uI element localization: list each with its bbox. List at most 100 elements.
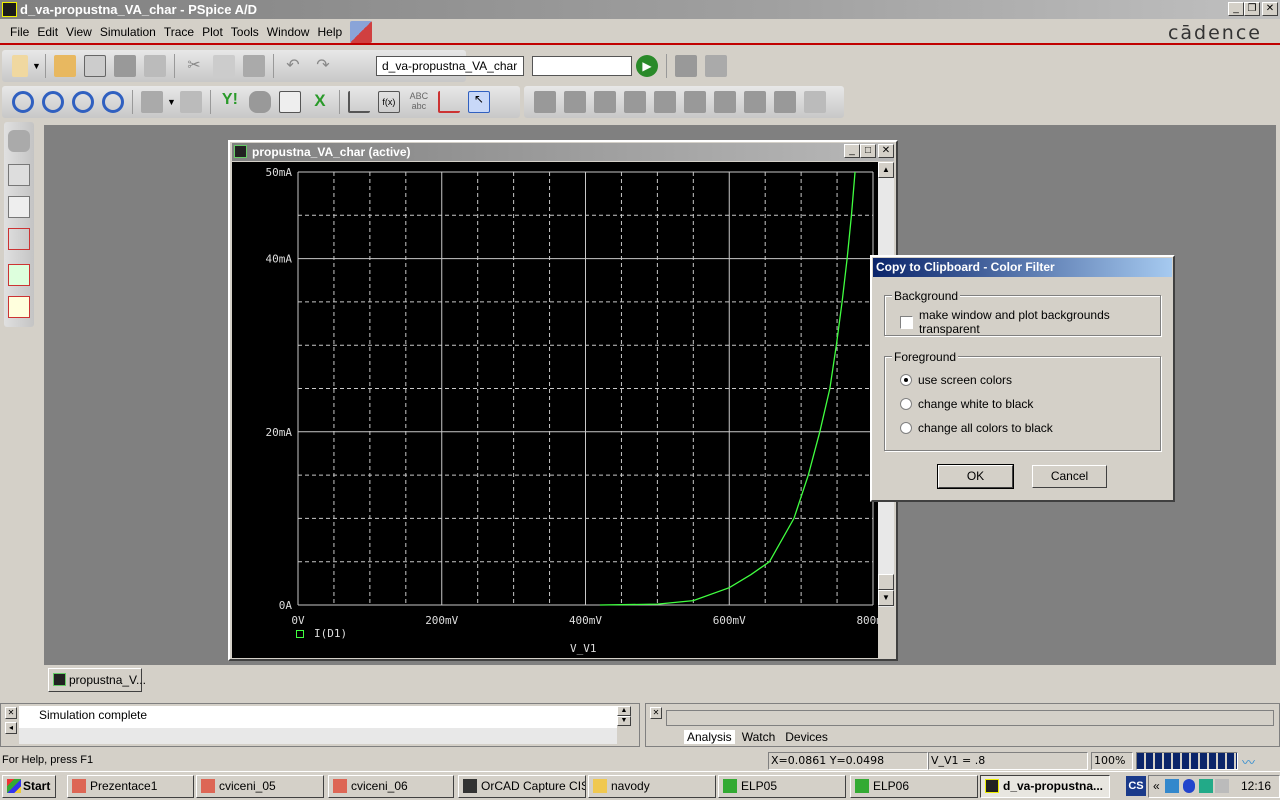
text-label-icon[interactable]: ABC abc (408, 91, 430, 113)
zoom-out-icon[interactable] (42, 91, 64, 113)
previous-transition-icon[interactable] (774, 91, 796, 113)
radio-button[interactable] (900, 422, 912, 434)
menu-help[interactable]: Help (313, 25, 346, 39)
cursor-search-icon[interactable] (714, 91, 736, 113)
zoom-fit-icon[interactable] (102, 91, 124, 113)
close-button[interactable]: ✕ (1262, 2, 1278, 16)
tab-analysis[interactable]: Analysis (684, 730, 735, 744)
show-all-icon[interactable] (8, 130, 30, 152)
undo-icon[interactable]: ↶ (282, 55, 304, 77)
ok-button[interactable]: OK (937, 464, 1014, 489)
simulation-results-icon[interactable] (8, 196, 30, 218)
checkbox-box[interactable] (900, 315, 913, 329)
radio-change-all-to-black[interactable]: change all colors to black (900, 421, 1053, 435)
next-transition-icon[interactable] (744, 91, 766, 113)
scroll-up-button[interactable]: ▲ (878, 162, 894, 178)
redo-icon[interactable]: ↷ (312, 55, 334, 77)
menu-edit[interactable]: Edit (33, 25, 62, 39)
menu-simulation[interactable]: Simulation (96, 25, 160, 39)
new-dropdown-icon[interactable]: ▼ (32, 61, 41, 71)
task-elp06[interactable]: ELP06 (850, 775, 978, 798)
edit-waveform-icon[interactable] (8, 296, 30, 318)
scroll-thumb[interactable] (878, 574, 894, 590)
eval-goal-function-icon[interactable]: f(x) (377, 91, 400, 113)
cursor-trough-icon[interactable] (564, 91, 586, 113)
cursor-slope-icon[interactable] (594, 91, 616, 113)
task-orcad-capture[interactable]: OrCAD Capture CIS (458, 775, 586, 798)
output-collapse-icon[interactable]: ◂ (5, 722, 17, 734)
radio-use-screen-colors[interactable]: use screen colors (900, 373, 1012, 387)
menu-file[interactable]: File (6, 25, 33, 39)
task-elp05[interactable]: ELP05 (718, 775, 846, 798)
cursor-point-icon[interactable] (684, 91, 706, 113)
open-icon[interactable] (53, 55, 76, 77)
radio-button[interactable] (900, 398, 912, 410)
tray-network-icon[interactable] (1199, 779, 1213, 793)
tab-watch[interactable]: Watch (739, 730, 779, 744)
paste-icon[interactable] (242, 55, 265, 77)
mark-label-icon[interactable] (804, 91, 826, 113)
cancel-button[interactable]: Cancel (1032, 465, 1107, 488)
output-close-icon[interactable]: ✕ (5, 707, 17, 719)
mark-data-points-icon[interactable] (437, 91, 460, 113)
axis-dropdown-icon[interactable]: ▼ (167, 97, 176, 107)
output-hscrollbar[interactable] (19, 728, 617, 744)
radio-change-white-to-black[interactable]: change white to black (900, 397, 1033, 411)
cursor-peak-icon[interactable] (534, 91, 556, 113)
zoom-in-icon[interactable] (12, 91, 34, 113)
cursor-max-icon[interactable] (654, 91, 676, 113)
add-window-icon[interactable] (278, 91, 301, 113)
output-scroll-up[interactable]: ▲ (617, 706, 631, 716)
restore-button[interactable]: ❐ (1244, 2, 1260, 16)
watch-close-icon[interactable]: ✕ (650, 707, 662, 719)
pause-icon[interactable] (705, 55, 727, 77)
transparent-checkbox[interactable]: make window and plot backgrounds transpa… (900, 308, 1173, 336)
task-navody[interactable]: navody (588, 775, 716, 798)
save-icon[interactable] (113, 55, 136, 77)
task-prezentace1[interactable]: Prezentace1 (67, 775, 194, 798)
menu-trace[interactable]: Trace (160, 25, 198, 39)
run-icon[interactable]: ▶ (636, 55, 658, 77)
cursor-min-icon[interactable] (624, 91, 646, 113)
window-cascade-icon[interactable] (350, 20, 373, 43)
pspice-app-icon[interactable] (2, 2, 17, 17)
safely-remove-icon[interactable] (1215, 779, 1229, 793)
menu-view[interactable]: View (62, 25, 96, 39)
plot-close-button[interactable]: ✕ (878, 144, 894, 158)
print-icon[interactable] (143, 55, 166, 77)
task-pspice[interactable]: d_va-propustna... (980, 775, 1110, 798)
output-file-icon[interactable] (8, 164, 30, 186)
tray-expand-icon[interactable]: « (1153, 779, 1160, 793)
new-simulation-icon[interactable] (83, 55, 106, 77)
clock[interactable]: 12:16 (1241, 779, 1271, 793)
output-scroll-down[interactable]: ▼ (617, 716, 631, 726)
task-cviceni-06[interactable]: cviceni_06 (328, 775, 454, 798)
fourier-icon[interactable] (179, 91, 202, 113)
document-tab[interactable]: propustna_V... (48, 668, 146, 692)
bluetooth-icon[interactable] (1183, 779, 1195, 793)
scroll-down-button[interactable]: ▼ (878, 590, 894, 606)
plot-maximize-button[interactable]: □ (860, 144, 876, 158)
select-pointer-icon[interactable]: ↖ (467, 91, 490, 113)
start-button[interactable]: Start (2, 775, 56, 798)
run-waveform-icon[interactable] (8, 264, 30, 286)
copy-icon[interactable] (212, 55, 235, 77)
menu-window[interactable]: Window (263, 25, 314, 39)
zoom-area-icon[interactable] (72, 91, 94, 113)
cut-icon[interactable]: ✂ (183, 55, 205, 77)
simulation-input[interactable] (532, 56, 632, 76)
task-cviceni-05[interactable]: cviceni_05 (196, 775, 324, 798)
waveform-icon[interactable] (8, 228, 30, 250)
language-indicator[interactable]: CS (1126, 776, 1146, 796)
plot-minimize-button[interactable]: _ (844, 144, 860, 158)
menu-plot[interactable]: Plot (198, 25, 227, 39)
add-y-axis-icon[interactable]: Y! (219, 91, 241, 113)
edit-profile-icon[interactable] (675, 55, 697, 77)
new-icon[interactable] (12, 55, 28, 77)
performance-icon[interactable] (248, 91, 271, 113)
minimize-button[interactable]: _ (1228, 2, 1244, 16)
tray-app-icon[interactable] (1165, 779, 1179, 793)
log-x-icon[interactable] (141, 91, 163, 113)
simulation-profile-select[interactable]: d_va-propustna_VA_char (376, 56, 524, 76)
watch-table[interactable] (666, 710, 1274, 726)
